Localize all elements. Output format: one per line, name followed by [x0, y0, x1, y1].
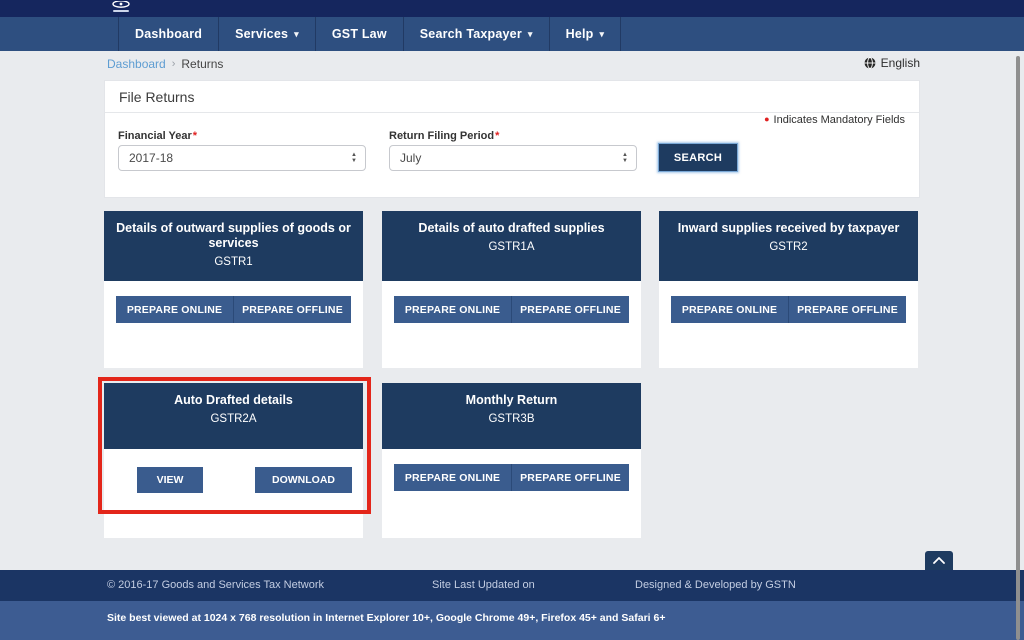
footer: © 2016-17 Goods and Services Tax Network…: [0, 570, 1024, 601]
card-code: GSTR1: [116, 256, 351, 268]
select-stepper-icon: ▲▼: [351, 153, 357, 164]
card-title: Auto Drafted details: [116, 393, 351, 408]
footer-copyright: © 2016-17 Goods and Services Tax Network: [107, 579, 324, 591]
card-gstr2a-header: Auto Drafted details GSTR2A: [104, 383, 363, 449]
mandatory-fields-note: ●Indicates Mandatory Fields: [764, 114, 905, 126]
required-asterisk: *: [495, 130, 499, 142]
breadcrumb-separator: ›: [172, 58, 176, 70]
card-title: Details of outward supplies of goods or …: [116, 221, 351, 251]
required-asterisk: *: [193, 130, 197, 142]
chevron-up-icon: [933, 557, 945, 564]
prepare-online-button[interactable]: PREPARE ONLINE: [116, 296, 234, 323]
card-gstr3b: Monthly Return GSTR3B PREPARE ONLINE PRE…: [382, 383, 641, 538]
breadcrumb-current: Returns: [181, 57, 223, 71]
card-gstr2a-actions: VIEW DOWNLOAD: [104, 449, 363, 493]
nav-item-gst-law[interactable]: GST Law: [316, 17, 404, 51]
caret-down-icon: ▾: [528, 29, 533, 40]
card-gstr1a-header: Details of auto drafted supplies GSTR1A: [382, 211, 641, 281]
caret-down-icon: ▾: [294, 29, 299, 40]
card-title: Inward supplies received by taxpayer: [671, 221, 906, 236]
card-code: GSTR1A: [394, 241, 629, 253]
file-returns-panel: File Returns ●Indicates Mandatory Fields…: [104, 80, 920, 198]
scroll-to-top-button[interactable]: [925, 551, 953, 570]
card-title: Details of auto drafted supplies: [394, 221, 629, 236]
prepare-offline-button[interactable]: PREPARE OFFLINE: [789, 296, 906, 323]
mandatory-dot-icon: ●: [764, 114, 769, 124]
prepare-offline-button[interactable]: PREPARE OFFLINE: [512, 296, 629, 323]
prepare-online-button[interactable]: PREPARE ONLINE: [394, 296, 512, 323]
return-filing-period-label: Return Filing Period*: [389, 130, 499, 142]
financial-year-select[interactable]: 2017-18 ▲▼: [118, 145, 366, 171]
card-gstr2: Inward supplies received by taxpayer GST…: [659, 211, 918, 368]
globe-icon: [864, 57, 876, 69]
card-gstr3b-actions: PREPARE ONLINE PREPARE OFFLINE: [394, 464, 629, 491]
nav-item-help[interactable]: Help▾: [550, 17, 622, 51]
breadcrumb: Dashboard › Returns: [107, 57, 223, 71]
nav-item-dashboard[interactable]: Dashboard: [118, 17, 219, 51]
bottom-bar: Site best viewed at 1024 x 768 resolutio…: [0, 601, 1024, 640]
card-gstr2a: Auto Drafted details GSTR2A VIEW DOWNLOA…: [104, 383, 363, 538]
page-title: File Returns: [105, 81, 919, 113]
nav-item-search-taxpayer[interactable]: Search Taxpayer▾: [404, 17, 550, 51]
card-gstr1: Details of outward supplies of goods or …: [104, 211, 363, 368]
download-button[interactable]: DOWNLOAD: [255, 467, 352, 493]
viewport-note: Site best viewed at 1024 x 768 resolutio…: [107, 612, 665, 624]
select-stepper-icon: ▲▼: [622, 153, 628, 164]
financial-year-label: Financial Year*: [118, 130, 197, 142]
card-code: GSTR2: [671, 241, 906, 253]
vertical-scrollbar[interactable]: [1016, 56, 1020, 640]
return-filing-period-select[interactable]: July ▲▼: [389, 145, 637, 171]
gst-logo: [106, 1, 136, 16]
card-gstr1-actions: PREPARE ONLINE PREPARE OFFLINE: [116, 296, 351, 323]
breadcrumb-dashboard-link[interactable]: Dashboard: [107, 57, 166, 71]
prepare-online-button[interactable]: PREPARE ONLINE: [394, 464, 512, 491]
view-button[interactable]: VIEW: [137, 467, 203, 493]
card-gstr3b-header: Monthly Return GSTR3B: [382, 383, 641, 449]
card-gstr1a: Details of auto drafted supplies GSTR1A …: [382, 211, 641, 368]
language-label: English: [881, 56, 920, 70]
prepare-online-button[interactable]: PREPARE ONLINE: [671, 296, 789, 323]
prepare-offline-button[interactable]: PREPARE OFFLINE: [234, 296, 351, 323]
card-gstr1a-actions: PREPARE ONLINE PREPARE OFFLINE: [394, 296, 629, 323]
footer-designed-by: Designed & Developed by GSTN: [635, 579, 796, 591]
card-code: GSTR2A: [116, 413, 351, 425]
card-title: Monthly Return: [394, 393, 629, 408]
main-navbar: Dashboard Services▾ GST Law Search Taxpa…: [0, 17, 1024, 51]
card-code: GSTR3B: [394, 413, 629, 425]
card-gstr1-header: Details of outward supplies of goods or …: [104, 211, 363, 281]
nav-item-services[interactable]: Services▾: [219, 17, 316, 51]
card-gstr2-actions: PREPARE ONLINE PREPARE OFFLINE: [671, 296, 906, 323]
language-selector[interactable]: English: [864, 56, 920, 70]
search-button[interactable]: SEARCH: [658, 143, 738, 172]
caret-down-icon: ▾: [600, 29, 605, 40]
prepare-offline-button[interactable]: PREPARE OFFLINE: [512, 464, 629, 491]
card-gstr2-header: Inward supplies received by taxpayer GST…: [659, 211, 918, 281]
top-strip: [0, 0, 1024, 17]
footer-last-updated: Site Last Updated on: [432, 579, 535, 591]
